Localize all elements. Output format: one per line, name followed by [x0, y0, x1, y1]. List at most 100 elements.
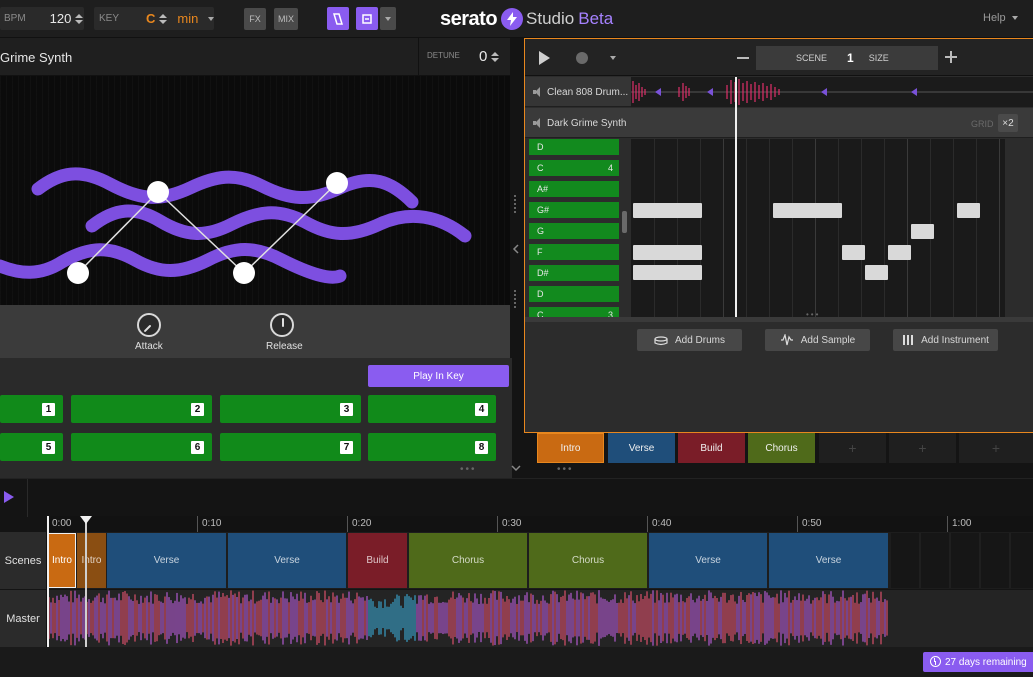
pad-1[interactable]: 1 — [0, 395, 63, 423]
key-stepper-icon[interactable] — [159, 14, 167, 24]
resize-handle-dots[interactable]: ••• — [806, 310, 820, 319]
bpm-control[interactable]: BPM 120 — [0, 7, 84, 30]
scene-size-minus-icon[interactable] — [737, 57, 749, 59]
key-note: F — [537, 247, 543, 257]
export-dropdown-button[interactable] — [380, 7, 396, 30]
brand-beta: Beta — [578, 9, 614, 28]
collapse-left-icon[interactable] — [512, 244, 520, 254]
arrangement-segment[interactable]: Intro — [77, 533, 107, 588]
play-in-key-button[interactable]: Play In Key — [368, 365, 509, 387]
midi-note[interactable] — [842, 245, 865, 260]
midi-note[interactable] — [957, 203, 980, 218]
pad-5[interactable]: 5 — [0, 433, 63, 461]
piano-key[interactable]: D# — [529, 265, 619, 281]
drum-track-row[interactable]: Clean 808 Drum... — [525, 77, 631, 107]
grid-line — [815, 139, 816, 317]
left-drag-handle[interactable] — [514, 290, 518, 308]
serato-button[interactable] — [327, 7, 349, 30]
piano-key[interactable]: D — [529, 286, 619, 302]
add-scene-button[interactable]: + — [959, 433, 1033, 463]
piano-key[interactable]: C4 — [529, 160, 619, 176]
speaker-icon[interactable] — [533, 118, 543, 128]
arrangement-segment[interactable]: Chorus — [409, 533, 528, 588]
master-lane-label: Master — [0, 590, 47, 647]
time-tick: 0:40 — [647, 516, 671, 532]
midi-note[interactable] — [865, 265, 888, 280]
record-icon[interactable] — [576, 52, 588, 64]
bpm-value[interactable]: 120 — [50, 11, 72, 26]
collapse-down-icon[interactable] — [511, 464, 521, 472]
playhead-marker-icon[interactable] — [80, 516, 92, 524]
add-drums-button[interactable]: Add Drums — [637, 329, 742, 351]
scene-tab-build[interactable]: Build — [678, 433, 745, 463]
scale-value[interactable]: min — [177, 11, 198, 26]
resize-handle-dots[interactable]: ••• — [557, 464, 574, 475]
fx-button[interactable]: FX — [244, 8, 266, 30]
piano-key[interactable]: D — [529, 139, 619, 155]
left-drag-handle[interactable] — [514, 195, 518, 213]
add-instrument-button[interactable]: Add Instrument — [893, 329, 998, 351]
bpm-stepper-icon[interactable] — [75, 14, 83, 24]
arrangement-segment[interactable]: Intro — [48, 533, 76, 588]
key-control[interactable]: KEY C min — [94, 7, 215, 30]
wave-visualization[interactable] — [0, 76, 510, 342]
song-play-icon[interactable] — [4, 491, 14, 503]
arrangement-segment[interactable]: Build — [348, 533, 408, 588]
synth-track-row[interactable]: Dark Grime Synth GRID ×2 — [525, 108, 1033, 138]
piano-roll-scrollbar[interactable] — [622, 211, 627, 233]
detune-control[interactable]: DETUNE 0 — [418, 38, 510, 76]
detune-value[interactable]: 0 — [479, 48, 487, 65]
arrangement-segment[interactable]: Verse — [769, 533, 889, 588]
time-tick: 0:20 — [347, 516, 371, 532]
midi-note[interactable] — [773, 203, 842, 218]
arrangement-playhead[interactable] — [85, 517, 87, 647]
midi-note[interactable] — [633, 203, 702, 218]
pad-2[interactable]: 2 — [71, 395, 212, 423]
pad-4[interactable]: 4 — [368, 395, 496, 423]
scene-tab-verse[interactable]: Verse — [608, 433, 675, 463]
arrangement-segment[interactable]: Verse — [649, 533, 768, 588]
pad-8[interactable]: 8 — [368, 433, 496, 461]
release-knob[interactable] — [270, 313, 294, 337]
attack-knob[interactable] — [137, 313, 161, 337]
midi-note[interactable] — [633, 245, 702, 260]
scene-tab-intro[interactable]: Intro — [537, 433, 604, 463]
scale-dropdown-icon[interactable] — [208, 16, 215, 21]
midi-note[interactable] — [633, 265, 702, 280]
mix-button[interactable]: MIX — [274, 8, 298, 30]
export-button[interactable] — [356, 7, 378, 30]
arrangement-segment[interactable]: Verse — [107, 533, 227, 588]
timeline-ruler[interactable]: 0:00 0:10 0:20 0:30 0:40 0:50 1:00 — [47, 516, 1033, 532]
pad-3[interactable]: 3 — [220, 395, 361, 423]
piano-key[interactable]: F — [529, 244, 619, 260]
play-icon[interactable] — [539, 51, 550, 65]
resize-handle-dots[interactable]: ••• — [460, 464, 477, 475]
export-icon — [362, 13, 372, 24]
pad-6[interactable]: 6 — [71, 433, 212, 461]
clock-icon — [930, 656, 941, 667]
detune-stepper-icon[interactable] — [491, 52, 499, 62]
scenes-lane[interactable]: Intro Intro Verse Verse Build Chorus Cho… — [47, 532, 1033, 589]
key-value[interactable]: C — [146, 11, 155, 26]
piano-roll[interactable] — [631, 139, 1005, 317]
speaker-icon[interactable] — [533, 87, 543, 97]
add-scene-button[interactable]: + — [889, 433, 956, 463]
arrangement-segment[interactable]: Verse — [228, 533, 347, 588]
help-menu[interactable]: Help — [983, 12, 1018, 24]
scene-tab-chorus[interactable]: Chorus — [748, 433, 815, 463]
piano-key[interactable]: A# — [529, 181, 619, 197]
scene-size-plus-icon[interactable] — [945, 51, 957, 63]
midi-note[interactable] — [911, 224, 934, 239]
master-lane[interactable] — [47, 590, 1033, 647]
add-sample-button[interactable]: Add Sample — [765, 329, 870, 351]
midi-note[interactable] — [888, 245, 911, 260]
grid-multiplier-button[interactable]: ×2 — [998, 114, 1018, 132]
piano-key[interactable]: G# — [529, 202, 619, 218]
synth-visualizer[interactable] — [0, 76, 510, 342]
piano-key[interactable]: G — [529, 223, 619, 239]
add-scene-button[interactable]: + — [819, 433, 886, 463]
pad-7[interactable]: 7 — [220, 433, 361, 461]
arrangement-segment[interactable]: Chorus — [529, 533, 648, 588]
record-dropdown-icon[interactable] — [610, 56, 616, 60]
trial-badge[interactable]: 27 days remaining — [923, 652, 1033, 672]
